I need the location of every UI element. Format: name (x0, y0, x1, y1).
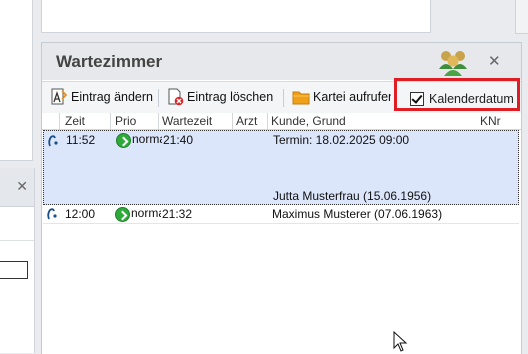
prio-arrow-icon (116, 133, 131, 148)
column-header-prio[interactable]: Prio (115, 114, 136, 128)
edit-document-icon (51, 88, 68, 105)
row-termin: Termin: 18.02.2025 09:00 (273, 133, 410, 147)
background-window-top (41, 0, 528, 34)
row-wartezeit: 21:40 (163, 133, 194, 147)
background-panel-left: ✕ (0, 168, 35, 353)
footprints-icon (48, 135, 58, 147)
row-wartezeit: 21:32 (162, 207, 193, 221)
background-window-side (515, 0, 528, 34)
column-header-kunde[interactable]: Kunde, Grund (271, 114, 346, 128)
divider (0, 240, 34, 241)
highlight-box (394, 78, 520, 111)
footprints-icon (47, 208, 57, 220)
wartezimmer-panel: Wartezimmer ✕ Eintrag ändern Eintrag lös… (41, 42, 522, 354)
open-file-label: Kartei aufrufen (313, 90, 391, 104)
delete-document-icon (168, 88, 184, 106)
column-header-knr[interactable]: KNr (480, 114, 501, 128)
column-header-arzt[interactable]: Arzt (236, 114, 257, 128)
toolbar-divider (283, 89, 284, 107)
delete-entry-label: Eintrag löschen (187, 90, 274, 104)
background-panel-close-button[interactable]: ✕ (16, 178, 28, 195)
column-divider (110, 113, 111, 129)
row-kunde: Jutta Musterfrau (15.06.1956) (273, 189, 432, 203)
table-row-selected[interactable]: 11:52 normal 21:40 Termin: 18.02.2025 09… (43, 130, 519, 205)
folder-icon (292, 91, 310, 105)
panel-titlebar: Wartezimmer ✕ (42, 43, 521, 80)
background-window-content (41, 0, 431, 33)
column-divider (59, 113, 60, 129)
background-panel-header: ✕ (0, 168, 34, 207)
panel-title: Wartezimmer (56, 52, 163, 71)
panel-close-button[interactable]: ✕ (488, 52, 501, 70)
row-prio: normal (131, 206, 161, 220)
delete-entry-button[interactable]: Eintrag löschen (166, 86, 273, 108)
column-divider (232, 113, 233, 129)
row-zeit: 12:00 (65, 207, 96, 221)
row-zeit: 11:52 (66, 133, 96, 147)
prio-arrow-icon (115, 207, 130, 222)
row-kunde: Maximus Musterer (07.06.1963) (272, 207, 443, 221)
table-row[interactable]: 12:00 normal 21:32 Maximus Musterer (07.… (43, 205, 519, 224)
open-file-button[interactable]: Kartei aufrufen (292, 86, 391, 108)
background-window-left (0, 0, 33, 161)
background-input-field[interactable] (0, 261, 28, 279)
column-header-zeit[interactable]: Zeit (65, 114, 85, 128)
edit-entry-button[interactable]: Eintrag ändern (50, 86, 153, 108)
table-header: Zeit Prio Wartezeit Arzt Kunde, Grund KN… (42, 113, 521, 130)
column-header-wartezeit[interactable]: Wartezeit (162, 114, 212, 128)
row-prio: normal (132, 132, 162, 146)
people-group-icon (439, 51, 467, 76)
mouse-cursor-icon (393, 331, 408, 352)
edit-entry-label: Eintrag ändern (71, 90, 154, 104)
column-divider (158, 113, 159, 129)
toolbar-divider (158, 89, 159, 107)
column-divider (267, 113, 268, 129)
